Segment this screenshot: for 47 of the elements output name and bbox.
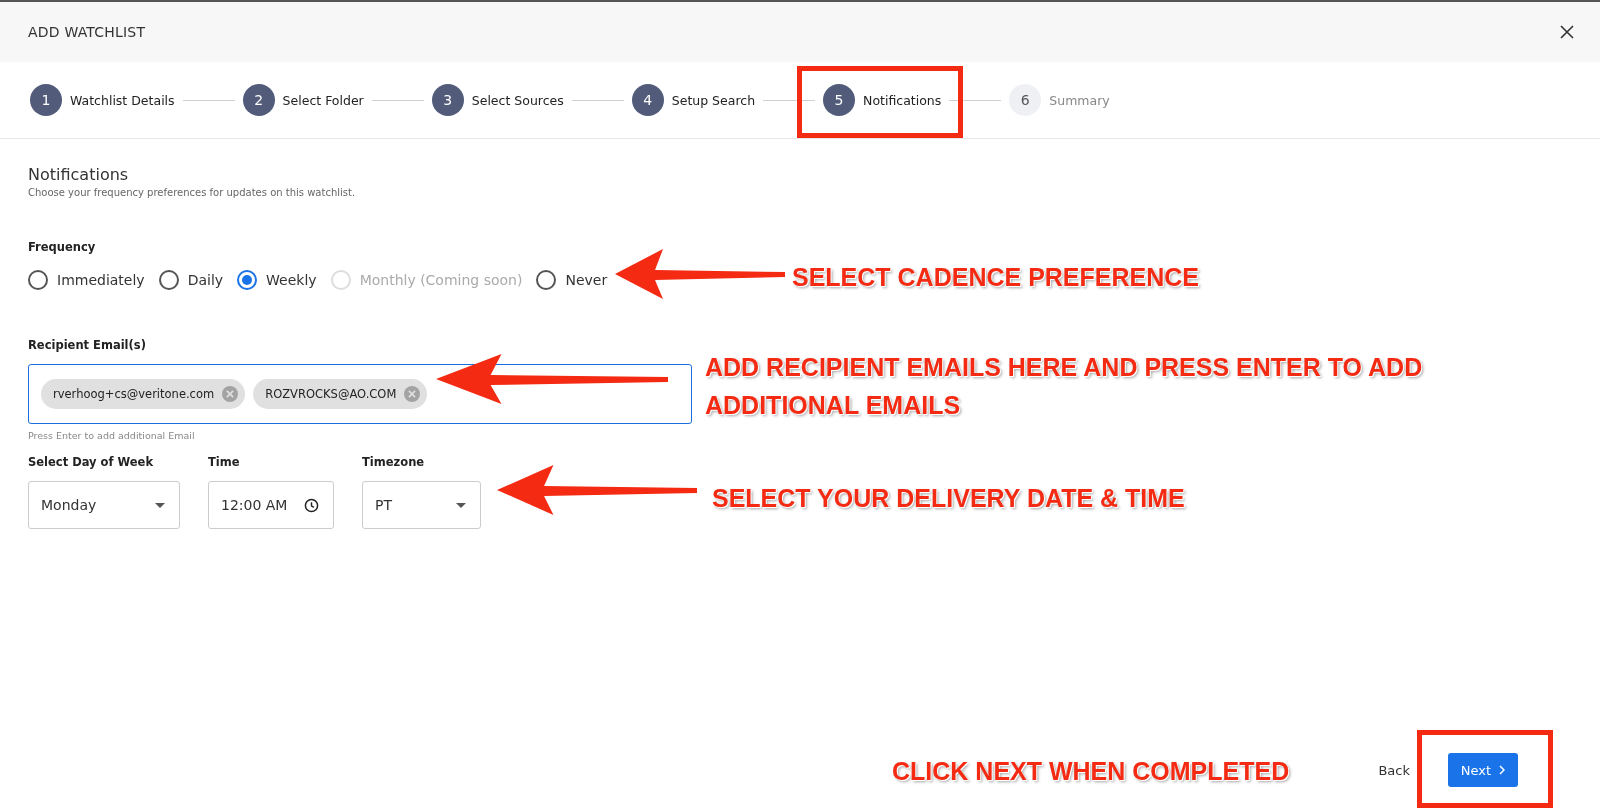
radio-button[interactable] — [158, 270, 179, 290]
step-number: 6 — [1009, 84, 1042, 116]
chip-text: ROZVROCKS@AO.COM — [265, 387, 397, 401]
dropdown[interactable]: Monday — [28, 481, 180, 529]
radio-button[interactable] — [28, 270, 48, 290]
next-button[interactable]: Next — [1448, 753, 1518, 787]
close-icon — [1560, 25, 1574, 39]
annotation-text: SELECT CADENCE PREFERENCE — [792, 262, 1199, 293]
field-label: Timezone — [362, 455, 426, 469]
annotation-text: ADD RECIPIENT EMAILS HERE AND PRESS ENTER TO ADD ADDITIONAL EMAILS — [705, 352, 1424, 421]
radio-label[interactable]: Daily — [187, 272, 224, 288]
helper-text: Press Enter to add additional Email — [28, 430, 196, 441]
step-label: Summary — [1049, 92, 1110, 108]
step-label: Select Sources — [471, 92, 564, 108]
chevron-right-icon — [1499, 765, 1506, 775]
radio-button[interactable] — [237, 270, 258, 290]
field-label: Frequency — [28, 240, 97, 254]
field-label: Recipient Email(s) — [28, 338, 147, 352]
annotation-text: SELECT YOUR DELIVERY DATE & TIME — [712, 483, 1185, 514]
section-title: Notifications — [28, 165, 130, 184]
step-number: 3 — [431, 84, 464, 116]
annotation-text: CLICK NEXT WHEN COMPLETED — [892, 756, 1290, 787]
step-number: 2 — [242, 84, 275, 116]
field-label: Time — [208, 455, 241, 469]
radio-label[interactable]: Never — [565, 272, 608, 288]
radio-button[interactable] — [536, 270, 557, 290]
chip-text: rverhoog+cs@veritone.com — [53, 387, 215, 401]
dialog-title: ADD WATCHLIST — [28, 24, 146, 40]
step-label: Select Folder — [282, 92, 364, 108]
step-number: 1 — [30, 84, 62, 116]
section-subtitle: Choose your frequency preferences for updates on this watchlist. — [28, 187, 357, 198]
back-button[interactable]: Back — [1374, 758, 1414, 782]
step-number: 4 — [631, 84, 664, 116]
radio-label[interactable]: Weekly — [266, 272, 317, 288]
radio-label[interactable]: Immediately — [57, 272, 145, 288]
email-chip[interactable]: rverhoog+cs@veritone.com — [41, 379, 246, 409]
step-label: Notifications — [863, 92, 942, 108]
field-label: Select Day of Week — [28, 455, 155, 469]
email-chip[interactable]: ROZVROCKS@AO.COM — [253, 379, 428, 409]
time-field[interactable]: 12:00 AM — [208, 481, 334, 529]
step-number: 5 — [823, 84, 856, 116]
step-label: Watchlist Details — [70, 92, 175, 108]
clock-icon — [304, 497, 319, 513]
dropdown[interactable]: PT — [362, 481, 481, 529]
caret-icon — [456, 502, 466, 508]
step-label: Setup Search — [671, 92, 756, 108]
caret-icon — [155, 502, 165, 508]
